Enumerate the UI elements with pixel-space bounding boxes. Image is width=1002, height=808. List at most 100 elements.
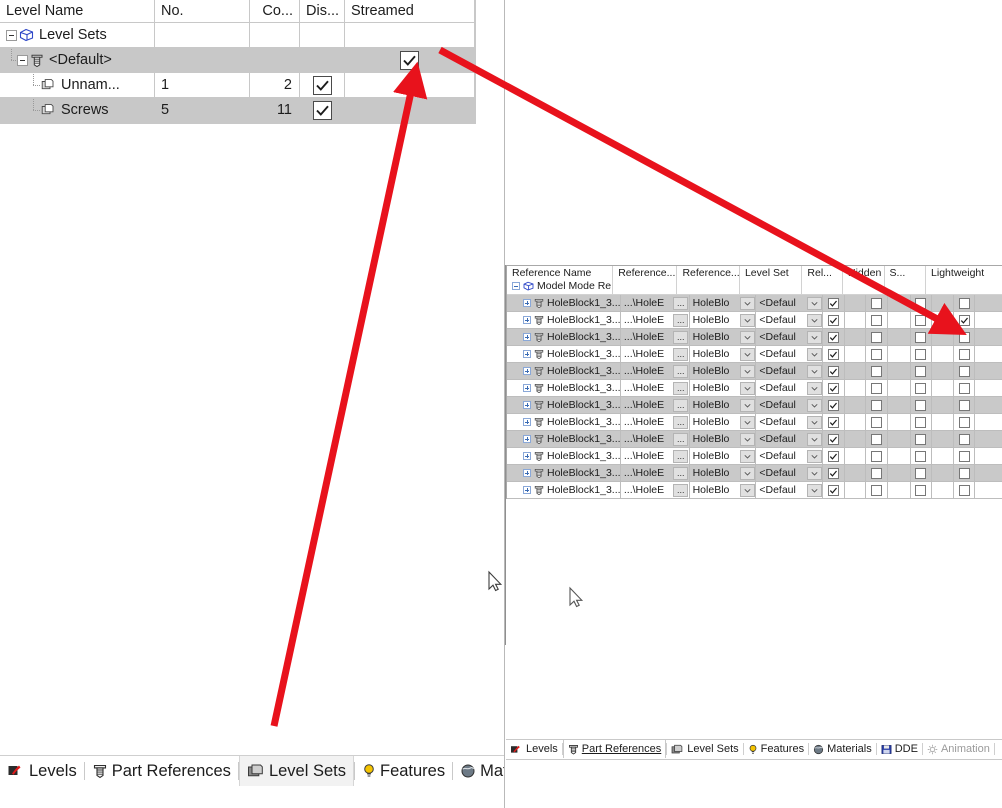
chevron-down-icon[interactable] <box>806 483 822 497</box>
tab-levels[interactable]: Levels <box>0 756 84 786</box>
chevron-down-icon[interactable] <box>740 381 756 395</box>
references-root-row[interactable]: Model Mode Re... <box>512 280 612 292</box>
tab-part-references[interactable]: Part References <box>562 740 667 758</box>
row-unnamed-dis-checkbox-cell[interactable] <box>300 73 345 98</box>
reference-name-cell[interactable]: HoleBlock1_3... <box>507 295 621 312</box>
chevron-down-icon[interactable] <box>740 466 756 480</box>
lightweight-checkbox-unchecked[interactable] <box>958 433 970 445</box>
rel-checkbox-checked[interactable] <box>827 331 839 343</box>
browse-ellipsis-button[interactable]: ... <box>673 415 689 429</box>
hidden-checkbox-unchecked[interactable] <box>871 416 883 428</box>
rel-cell[interactable] <box>823 312 845 329</box>
table-row[interactable]: HoleBlock1_3... ...\HoleE... HoleBlo <Defau… <box>507 397 1002 414</box>
tab-dde[interactable]: DDE <box>877 740 922 758</box>
expand-expander-icon[interactable] <box>523 401 531 409</box>
tab-level-sets[interactable]: Level Sets <box>238 756 354 786</box>
reference-name-cell[interactable]: HoleBlock1_3... <box>507 329 621 346</box>
lightweight-cell[interactable] <box>953 465 976 482</box>
chevron-down-icon[interactable] <box>806 449 822 463</box>
expand-expander-icon[interactable] <box>523 452 531 460</box>
column-header-dis[interactable]: Dis... <box>300 0 345 22</box>
hidden-cell[interactable] <box>866 380 888 397</box>
hidden-cell[interactable] <box>866 346 888 363</box>
hidden-cell[interactable] <box>866 329 888 346</box>
chevron-down-icon[interactable] <box>806 364 822 378</box>
lightweight-checkbox-unchecked[interactable] <box>958 399 970 411</box>
rel-cell[interactable] <box>823 397 845 414</box>
s-cell[interactable] <box>910 380 933 397</box>
s-checkbox-unchecked[interactable] <box>915 484 927 496</box>
s-cell[interactable] <box>910 329 933 346</box>
chevron-down-icon[interactable] <box>806 313 822 327</box>
browse-ellipsis-button[interactable]: ... <box>673 364 689 378</box>
tree-root-row-level-sets[interactable]: Level Sets <box>0 23 475 48</box>
s-cell[interactable] <box>910 397 933 414</box>
browse-ellipsis-button[interactable]: ... <box>673 347 689 361</box>
lightweight-checkbox-unchecked[interactable] <box>958 365 970 377</box>
rel-cell[interactable] <box>823 482 845 499</box>
browse-ellipsis-button[interactable]: ... <box>673 466 689 480</box>
hidden-checkbox-unchecked[interactable] <box>871 484 883 496</box>
tab-part-references[interactable]: Part References <box>85 756 238 786</box>
column-header-lightweight[interactable]: Lightweight <box>926 266 1002 294</box>
column-header-reference-name[interactable]: Reference Name Model Mode Re... <box>507 266 614 294</box>
s-checkbox-unchecked[interactable] <box>915 314 927 326</box>
hidden-cell[interactable] <box>866 312 888 329</box>
table-row[interactable]: Screws 5 11 <box>0 98 475 123</box>
expand-expander-icon[interactable] <box>523 486 531 494</box>
hidden-cell[interactable] <box>866 465 888 482</box>
browse-ellipsis-button[interactable]: ... <box>673 330 689 344</box>
rel-checkbox-checked[interactable] <box>827 467 839 479</box>
tab-animation[interactable]: Animation <box>923 740 994 758</box>
tab-features[interactable]: Features <box>355 756 452 786</box>
chevron-down-icon[interactable] <box>806 381 822 395</box>
expand-expander-icon[interactable] <box>523 299 531 307</box>
row-default-dis-checkbox-cell[interactable] <box>300 48 345 73</box>
lightweight-checkbox-unchecked[interactable] <box>958 348 970 360</box>
browse-ellipsis-button[interactable]: ... <box>673 449 689 463</box>
reference-name-cell[interactable]: HoleBlock1_3... <box>507 363 621 380</box>
expand-expander-icon[interactable] <box>523 367 531 375</box>
table-row[interactable]: HoleBlock1_3... ...\HoleE... HoleBlo <Defau… <box>507 448 1002 465</box>
table-row[interactable]: HoleBlock1_3... ...\HoleE... HoleBlo <Defau… <box>507 465 1002 482</box>
rel-checkbox-checked[interactable] <box>827 433 839 445</box>
chevron-down-icon[interactable] <box>740 296 756 310</box>
hidden-cell[interactable] <box>866 363 888 380</box>
rel-checkbox-checked[interactable] <box>827 348 839 360</box>
s-checkbox-unchecked[interactable] <box>915 467 927 479</box>
browse-ellipsis-button[interactable]: ... <box>673 432 689 446</box>
expand-expander-icon[interactable] <box>523 469 531 477</box>
browse-ellipsis-button[interactable]: ... <box>673 483 689 497</box>
hidden-checkbox-unchecked[interactable] <box>871 348 883 360</box>
table-row[interactable]: HoleBlock1_3... ...\HoleE... HoleBlo <Defau… <box>507 329 1002 346</box>
column-header-level-name[interactable]: Level Name <box>0 0 155 22</box>
row-screws-streamed-checkbox-cell[interactable] <box>345 98 475 123</box>
hidden-cell[interactable] <box>866 431 888 448</box>
collapse-expander-icon[interactable] <box>512 282 520 290</box>
lightweight-cell[interactable] <box>953 346 976 363</box>
hidden-cell[interactable] <box>866 482 888 499</box>
rel-cell[interactable] <box>823 465 845 482</box>
hidden-checkbox-unchecked[interactable] <box>871 331 883 343</box>
chevron-down-icon[interactable] <box>740 398 756 412</box>
expand-expander-icon[interactable] <box>523 435 531 443</box>
chevron-down-icon[interactable] <box>740 483 756 497</box>
reference-name-cell[interactable]: HoleBlock1_3... <box>507 397 621 414</box>
column-header-reference-1[interactable]: Reference... <box>613 266 678 294</box>
table-row[interactable]: HoleBlock1_3... ...\HoleE... HoleBlo <Defau… <box>507 363 1002 380</box>
table-row[interactable]: HoleBlock1_3... ...\HoleE... HoleBlo <Defau… <box>507 380 1002 397</box>
lightweight-cell[interactable] <box>953 431 976 448</box>
chevron-down-icon[interactable] <box>806 398 822 412</box>
row-unnamed-streamed-checkbox-cell[interactable] <box>345 73 475 98</box>
lightweight-checkbox-unchecked[interactable] <box>958 382 970 394</box>
reference-name-cell[interactable]: HoleBlock1_3... <box>507 312 621 329</box>
s-cell[interactable] <box>910 295 933 312</box>
s-checkbox-unchecked[interactable] <box>915 416 927 428</box>
chevron-down-icon[interactable] <box>806 296 822 310</box>
rel-cell[interactable] <box>823 346 845 363</box>
dis-checkbox-checked[interactable] <box>312 100 332 120</box>
hidden-checkbox-unchecked[interactable] <box>871 433 883 445</box>
rel-checkbox-checked[interactable] <box>827 450 839 462</box>
chevron-down-icon[interactable] <box>740 432 756 446</box>
rel-checkbox-checked[interactable] <box>827 399 839 411</box>
